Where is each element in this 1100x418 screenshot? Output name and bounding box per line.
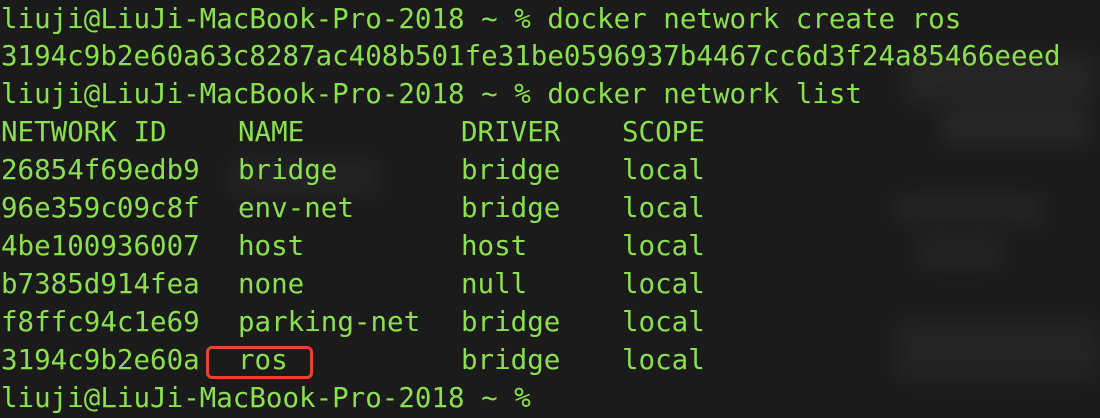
column-header-driver: DRIVER (461, 116, 561, 148)
shell-prompt: liuji@LiuJi-MacBook-Pro-2018 ~ % (1, 3, 531, 35)
table-row: b7385d914fea none null local (0, 265, 1100, 303)
table-row: 3194c9b2e60a ros bridge local (0, 341, 1100, 379)
table-row: 96e359c09c8f env-net bridge local (0, 189, 1100, 227)
terminal-window[interactable]: liuji@LiuJi-MacBook-Pro-2018 ~ % docker … (0, 0, 1100, 418)
network-id-cell: f8ffc94c1e69 (1, 306, 200, 338)
network-name-cell: bridge (238, 154, 338, 186)
command-text: docker network create ros (547, 3, 962, 35)
network-scope-cell: local (622, 268, 705, 300)
table-row: f8ffc94c1e69 parking-net bridge local (0, 303, 1100, 341)
network-scope-cell: local (622, 230, 705, 262)
column-header-scope: SCOPE (622, 116, 705, 148)
network-scope-cell: local (622, 344, 705, 376)
network-driver-cell: bridge (461, 306, 561, 338)
table-header-row: NETWORK ID NAME DRIVER SCOPE (0, 113, 1100, 151)
shell-prompt-final: liuji@LiuJi-MacBook-Pro-2018 ~ % (1, 382, 531, 414)
column-header-network-id: NETWORK ID (1, 116, 167, 148)
network-scope-cell: local (622, 192, 705, 224)
highlight-annotation-box (206, 346, 313, 379)
network-driver-cell: bridge (461, 154, 561, 186)
network-driver-cell: host (461, 230, 528, 262)
network-driver-cell: bridge (461, 192, 561, 224)
table-row: 26854f69edb9 bridge bridge local (0, 151, 1100, 189)
table-row: 4be100936007 host host local (0, 227, 1100, 265)
network-id-cell: 96e359c09c8f (1, 192, 200, 224)
command-line-list: liuji@LiuJi-MacBook-Pro-2018 ~ % docker … (1, 75, 862, 113)
network-scope-cell: local (622, 306, 705, 338)
network-id-output: 3194c9b2e60a63c8287ac408b501fe31be059693… (1, 40, 1061, 72)
network-id-cell: 26854f69edb9 (1, 154, 200, 186)
network-id-cell: b7385d914fea (1, 268, 200, 300)
column-header-name: NAME (238, 116, 305, 148)
network-id-cell: 3194c9b2e60a (1, 344, 200, 376)
network-name-cell: parking-net (238, 306, 421, 338)
network-scope-cell: local (622, 154, 705, 186)
network-id-cell: 4be100936007 (1, 230, 200, 262)
network-driver-cell: null (461, 268, 528, 300)
command-text: docker network list (547, 78, 862, 110)
network-driver-cell: bridge (461, 344, 561, 376)
shell-prompt: liuji@LiuJi-MacBook-Pro-2018 ~ % (1, 78, 531, 110)
network-name-cell: env-net (238, 192, 354, 224)
network-name-cell: host (238, 230, 305, 262)
command-line-create: liuji@LiuJi-MacBook-Pro-2018 ~ % docker … (1, 0, 961, 38)
network-name-cell: none (238, 268, 305, 300)
